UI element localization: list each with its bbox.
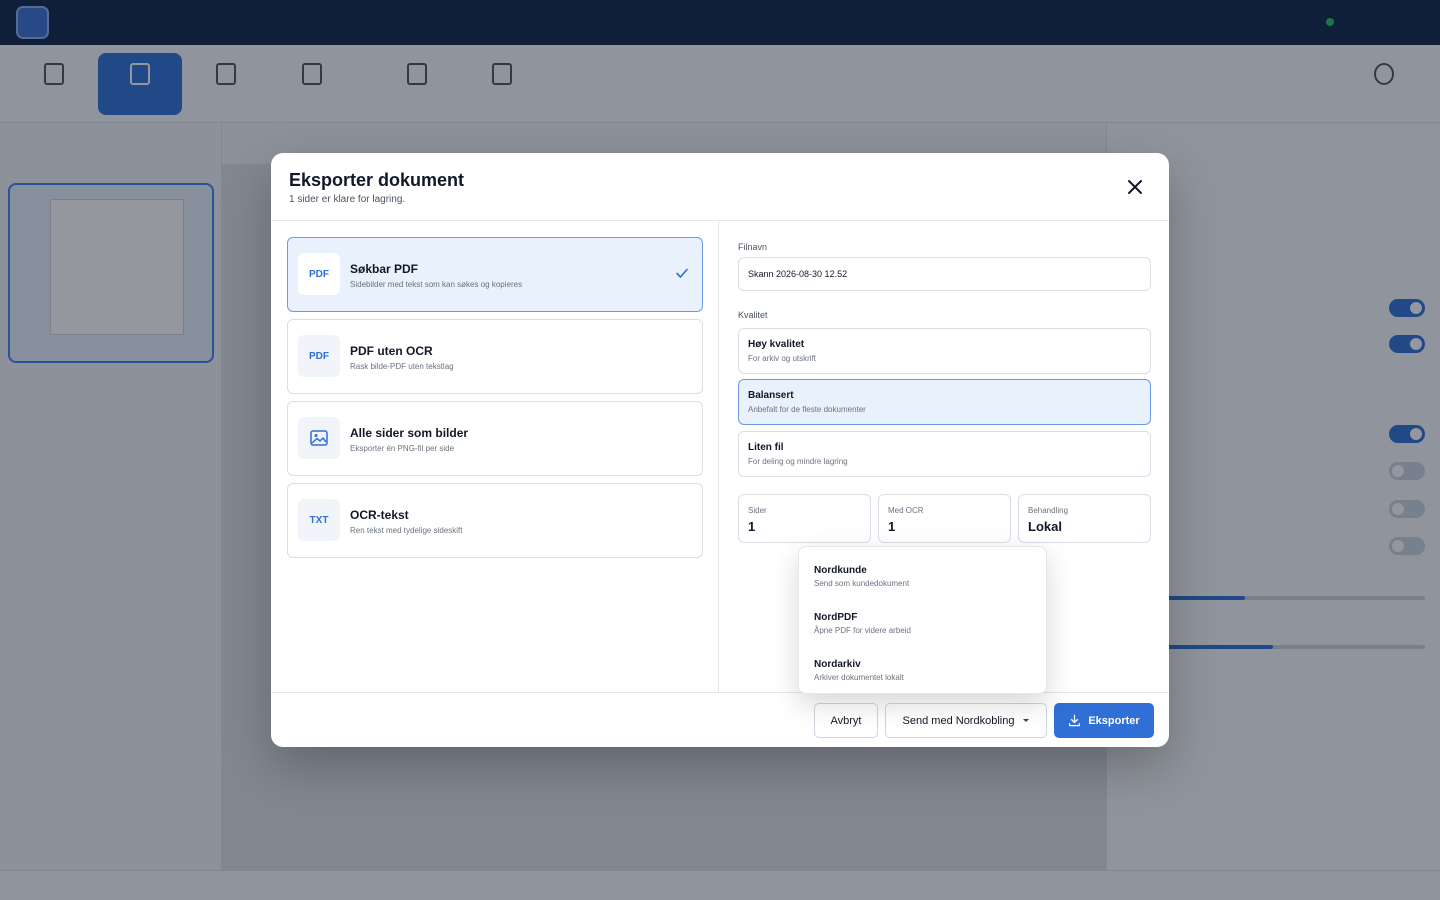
checkmark-icon — [676, 268, 688, 278]
format-name: Alle sider som bilder — [350, 426, 469, 440]
dropdown-item-nordarkiv[interactable]: Nordarkiv Arkiver dokumentet lokalt — [799, 645, 1048, 692]
format-description: Eksporter én PNG-fil per side — [350, 444, 455, 453]
dropdown-item-nordpdf[interactable]: NordPDF Åpne PDF for videre arbeid — [799, 598, 1048, 645]
caret-down-icon — [1023, 719, 1030, 722]
quality-name: Høy kvalitet — [748, 339, 805, 350]
stat-label: Behandling — [1028, 506, 1069, 515]
quality-option-balanced[interactable]: Balansert Anbefalt for de fleste dokumen… — [738, 379, 1151, 425]
image-icon — [298, 417, 340, 459]
send-with-button[interactable]: Send med Nordkobling — [885, 703, 1047, 738]
dropdown-item-name: Nordkunde — [814, 565, 867, 576]
export-label: Eksporter — [1088, 714, 1140, 727]
stat-label: Sider — [748, 506, 767, 515]
filename-label: Filnavn — [738, 242, 768, 252]
download-icon — [1069, 714, 1081, 727]
format-description: Rask bilde-PDF uten tekstlag — [350, 362, 454, 371]
stat-ocr: Med OCR 1 — [878, 494, 1011, 543]
dropdown-item-description: Åpne PDF for videre arbeid — [814, 626, 911, 635]
export-button[interactable]: Eksporter — [1054, 703, 1154, 738]
cancel-button[interactable]: Avbryt — [814, 703, 878, 738]
quality-label: Kvalitet — [738, 310, 768, 320]
dropdown-item-name: NordPDF — [814, 612, 858, 623]
dialog-title: Eksporter dokument — [289, 170, 465, 190]
format-option-pdf-without-ocr[interactable]: PDF PDF uten OCR Rask bilde-PDF uten tek… — [287, 319, 703, 394]
format-option-images[interactable]: Alle sider som bilder Eksporter én PNG-f… — [287, 401, 703, 476]
pdf-icon: PDF — [298, 253, 340, 295]
dialog-footer: Avbryt Send med Nordkobling Eksporter — [271, 692, 1169, 747]
filename-input[interactable] — [738, 257, 1151, 291]
send-label: Send med Nordkobling — [902, 714, 1015, 727]
quality-name: Balansert — [748, 390, 794, 401]
dropdown-item-nordkunde[interactable]: Nordkunde Send som kundedokument — [799, 551, 1048, 598]
quality-name: Liten fil — [748, 442, 784, 453]
txt-icon: TXT — [298, 499, 340, 541]
stat-value: 1 — [748, 519, 756, 534]
stat-processing: Behandling Lokal — [1018, 494, 1151, 543]
dropdown-item-description: Send som kundedokument — [814, 579, 910, 588]
format-name: PDF uten OCR — [350, 344, 433, 358]
dropdown-item-name: Nordarkiv — [814, 659, 861, 670]
cancel-label: Avbryt — [830, 714, 862, 727]
stat-pages: Sider 1 — [738, 494, 871, 543]
quality-description: For deling og mindre lagring — [748, 457, 848, 466]
export-dialog: Eksporter dokument 1 sider er klare for … — [271, 153, 1169, 747]
quality-description: For arkiv og utskrift — [748, 354, 817, 363]
dialog-subtitle: 1 sider er klare for lagring. — [289, 194, 406, 205]
stat-value: Lokal — [1028, 519, 1062, 534]
stat-value: 1 — [888, 519, 896, 534]
quality-option-high[interactable]: Høy kvalitet For arkiv og utskrift — [738, 328, 1151, 374]
format-option-ocr-text[interactable]: TXT OCR-tekst Ren tekst med tydelige sid… — [287, 483, 703, 558]
pdf-icon: PDF — [298, 335, 340, 377]
format-name: OCR-tekst — [350, 508, 409, 522]
stat-label: Med OCR — [888, 506, 924, 515]
format-list: PDF Søkbar PDF Sidebilder med tekst som … — [271, 221, 719, 692]
format-option-searchable-pdf[interactable]: PDF Søkbar PDF Sidebilder med tekst som … — [287, 237, 703, 312]
dropdown-item-description: Arkiver dokumentet lokalt — [814, 673, 904, 682]
dialog-header: Eksporter dokument 1 sider er klare for … — [271, 153, 1169, 221]
close-button[interactable] — [1123, 175, 1147, 199]
format-name: Søkbar PDF — [350, 262, 419, 276]
close-icon — [1128, 180, 1142, 194]
format-description: Sidebilder med tekst som kan søkes og ko… — [350, 280, 523, 289]
quality-option-small[interactable]: Liten fil For deling og mindre lagring — [738, 431, 1151, 477]
send-dropdown-menu: Nordkunde Send som kundedokument NordPDF… — [798, 546, 1047, 694]
format-description: Ren tekst med tydelige sideskift — [350, 526, 463, 535]
quality-description: Anbefalt for de fleste dokumenter — [748, 405, 866, 414]
